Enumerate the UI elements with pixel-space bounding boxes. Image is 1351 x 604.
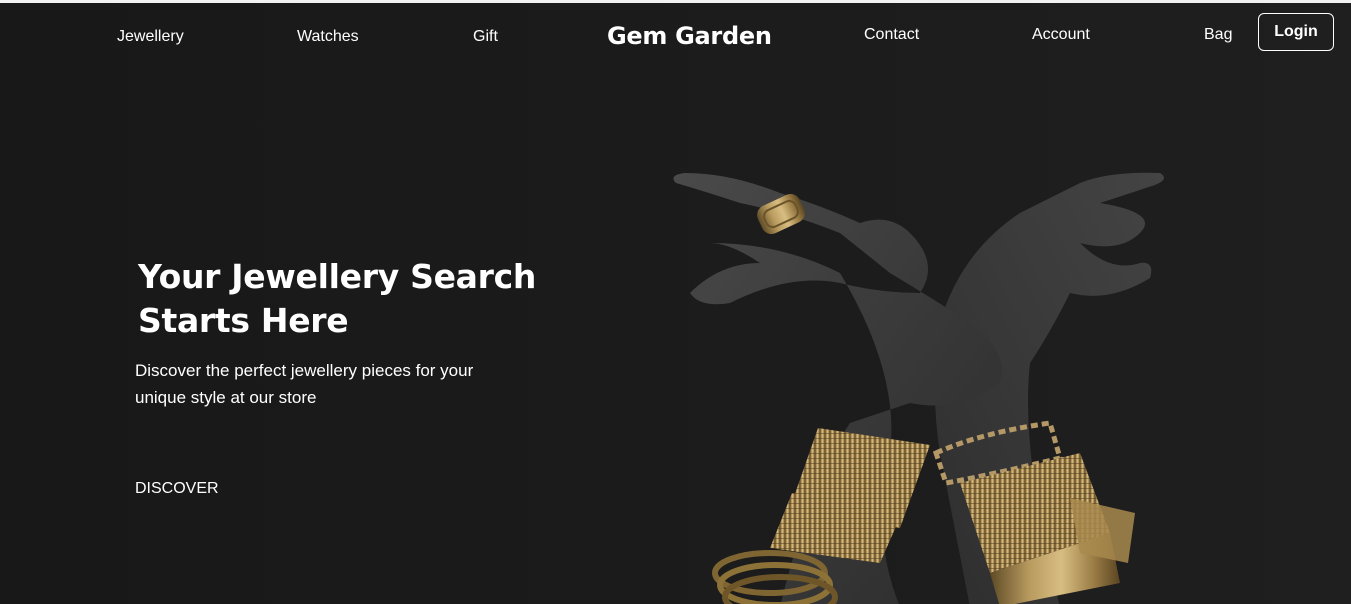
nav-link-account[interactable]: Account xyxy=(1032,26,1090,44)
top-nav: Jewellery Watches Gift Gem Garden Contac… xyxy=(0,3,1351,73)
hero-title: Your Jewellery Search Starts Here xyxy=(138,255,558,343)
discover-link[interactable]: DISCOVER xyxy=(135,480,219,498)
left-cuff-bangles xyxy=(712,428,930,604)
hero-title-line-2: Starts Here xyxy=(138,301,349,340)
nav-link-contact[interactable]: Contact xyxy=(864,26,919,44)
nav-link-watches[interactable]: Watches xyxy=(297,28,359,46)
login-button[interactable]: Login xyxy=(1258,13,1334,51)
nav-link-gift[interactable]: Gift xyxy=(473,28,498,46)
nav-link-jewellery[interactable]: Jewellery xyxy=(117,28,184,46)
page: Jewellery Watches Gift Gem Garden Contac… xyxy=(0,0,1351,604)
nav-link-bag[interactable]: Bag xyxy=(1204,26,1232,44)
hero-title-line-1: Your Jewellery Search xyxy=(138,257,537,296)
brand-logo[interactable]: Gem Garden xyxy=(607,22,772,50)
hands-jewellery-illustration xyxy=(673,172,1164,604)
hero-image xyxy=(640,153,1200,604)
hero-subtitle: Discover the perfect jewellery pieces fo… xyxy=(135,361,474,407)
